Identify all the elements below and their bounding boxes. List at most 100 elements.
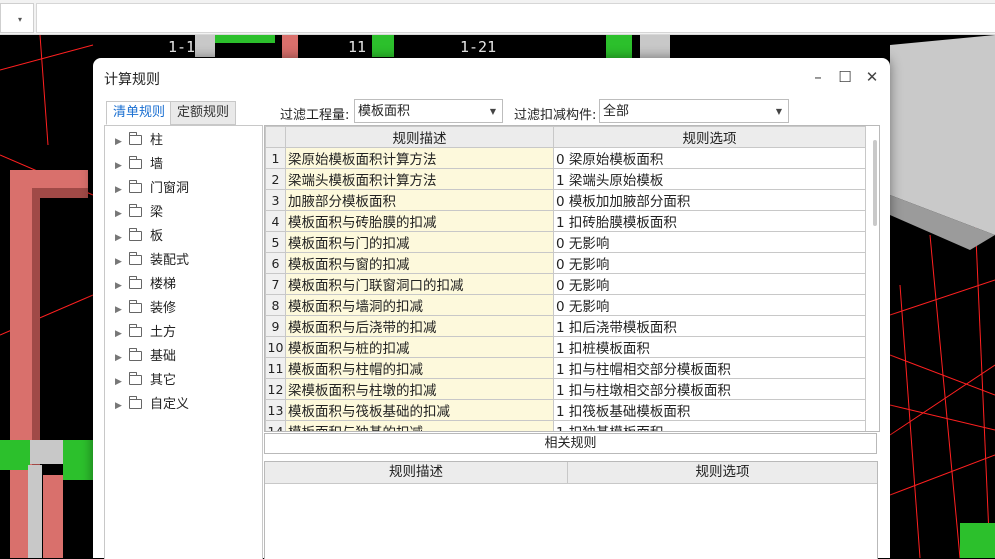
top-toolbar: ▾	[0, 0, 995, 35]
rule-desc-cell[interactable]: 梁原始模板面积计算方法	[285, 147, 554, 169]
tree-item-label: 装配式	[150, 253, 190, 268]
rule-desc-cell[interactable]: 模板面积与独基的扣减	[285, 420, 554, 431]
table-row[interactable]: 9 模板面积与后浇带的扣减 1 扣后浇带模板面积	[265, 315, 866, 337]
row-number: 1	[265, 147, 286, 169]
related-column-option[interactable]: 规则选项	[568, 462, 877, 484]
row-number: 8	[265, 294, 286, 316]
table-row[interactable]: 2 梁端头模板面积计算方法 1 梁端头原始模板	[265, 168, 866, 190]
rule-desc-cell[interactable]: 模板面积与门联窗洞口的扣减	[285, 273, 554, 295]
expand-arrow-icon[interactable]: ▶	[115, 348, 129, 368]
table-row[interactable]: 4 模板面积与砖胎膜的扣减 1 扣砖胎膜模板面积	[265, 210, 866, 232]
tree-item[interactable]: ▶ 土方	[115, 323, 176, 343]
row-number: 7	[265, 273, 286, 295]
tree-item[interactable]: ▶ 装配式	[115, 251, 189, 271]
folder-icon	[129, 372, 142, 385]
rule-desc-cell[interactable]: 梁端头模板面积计算方法	[285, 168, 554, 190]
expand-arrow-icon[interactable]: ▶	[115, 204, 129, 224]
expand-arrow-icon[interactable]: ▶	[115, 180, 129, 200]
table-row[interactable]: 5 模板面积与门的扣减 0 无影响	[265, 231, 866, 253]
tree-item[interactable]: ▶ 墙	[115, 155, 163, 175]
rule-desc-cell[interactable]: 模板面积与桩的扣减	[285, 336, 554, 358]
table-row[interactable]: 3 加腋部分模板面积 0 模板加加腋部分面积	[265, 189, 866, 211]
grid-scrollbar[interactable]	[873, 140, 877, 226]
chevron-down-icon: ▾	[18, 15, 23, 24]
rule-desc-cell[interactable]: 模板面积与筏板基础的扣减	[285, 399, 554, 421]
rule-desc-cell[interactable]: 梁模板面积与柱墩的扣减	[285, 378, 554, 400]
column-header-option[interactable]: 规则选项	[553, 126, 866, 148]
maximize-icon[interactable]: ☐	[833, 66, 857, 88]
folder-icon	[129, 252, 142, 265]
rule-option-cell[interactable]: 1 扣砖胎膜模板面积	[553, 210, 866, 232]
rule-desc-cell[interactable]: 模板面积与窗的扣减	[285, 252, 554, 274]
expand-arrow-icon[interactable]: ▶	[115, 132, 129, 152]
row-number: 2	[265, 168, 286, 190]
rule-option-cell[interactable]: 1 扣独基模板面积	[553, 420, 866, 431]
table-row[interactable]: 7 模板面积与门联窗洞口的扣减 0 无影响	[265, 273, 866, 295]
tab-bill-rules[interactable]: 清单规则	[106, 101, 173, 125]
tab-quota-rules[interactable]: 定额规则	[170, 101, 237, 125]
tree-item[interactable]: ▶ 装修	[115, 299, 176, 319]
expand-arrow-icon[interactable]: ▶	[115, 156, 129, 176]
table-row[interactable]: 8 模板面积与墙洞的扣减 0 无影响	[265, 294, 866, 316]
table-row[interactable]: 11 模板面积与柱帽的扣减 1 扣与柱帽相交部分模板面积	[265, 357, 866, 379]
toolbar-dropdown[interactable]: ▾	[0, 3, 34, 33]
tree-item[interactable]: ▶ 柱	[115, 131, 163, 151]
rule-option-cell[interactable]: 1 扣与柱帽相交部分模板面积	[553, 357, 866, 379]
filter-qty-select[interactable]: 模板面积 ▼	[354, 99, 503, 123]
row-number: 4	[265, 210, 286, 232]
rule-option-cell[interactable]: 0 梁原始模板面积	[553, 147, 866, 169]
rule-option-cell[interactable]: 1 扣与柱墩相交部分模板面积	[553, 378, 866, 400]
expand-arrow-icon[interactable]: ▶	[115, 396, 129, 416]
chevron-down-icon: ▼	[775, 107, 782, 116]
rule-option-cell[interactable]: 1 梁端头原始模板	[553, 168, 866, 190]
rule-desc-cell[interactable]: 模板面积与后浇带的扣减	[285, 315, 554, 337]
table-row[interactable]: 6 模板面积与窗的扣减 0 无影响	[265, 252, 866, 274]
tree-item-label: 门窗洞	[150, 181, 190, 196]
rule-desc-cell[interactable]: 模板面积与门的扣减	[285, 231, 554, 253]
tree-item-label: 其它	[150, 373, 177, 388]
table-row[interactable]: 1 梁原始模板面积计算方法 0 梁原始模板面积	[265, 147, 866, 169]
tree-item[interactable]: ▶ 自定义	[115, 395, 189, 415]
rule-desc-cell[interactable]: 加腋部分模板面积	[285, 189, 554, 211]
tree-item-label: 墙	[150, 157, 164, 172]
related-column-desc[interactable]: 规则描述	[265, 462, 568, 484]
expand-arrow-icon[interactable]: ▶	[115, 300, 129, 320]
table-row[interactable]: 14模板面积与独基的扣减1 扣独基模板面积	[265, 420, 866, 431]
close-icon[interactable]: ✕	[860, 66, 884, 88]
rule-option-cell[interactable]: 1 扣桩模板面积	[553, 336, 866, 358]
chevron-down-icon: ▼	[489, 107, 496, 116]
table-row[interactable]: 13 模板面积与筏板基础的扣减 1 扣筏板基础模板面积	[265, 399, 866, 421]
expand-arrow-icon[interactable]: ▶	[115, 228, 129, 248]
rule-desc-cell[interactable]: 模板面积与砖胎膜的扣减	[285, 210, 554, 232]
table-row[interactable]: 12 梁模板面积与柱墩的扣减 1 扣与柱墩相交部分模板面积	[265, 378, 866, 400]
column-header-desc[interactable]: 规则描述	[285, 126, 554, 148]
tree-item[interactable]: ▶ 楼梯	[115, 275, 176, 295]
toolbar-field[interactable]	[36, 3, 995, 33]
table-row[interactable]: 10 模板面积与桩的扣减 1 扣桩模板面积	[265, 336, 866, 358]
rule-desc-cell[interactable]: 模板面积与柱帽的扣减	[285, 357, 554, 379]
filter-comp-select[interactable]: 全部 ▼	[599, 99, 789, 123]
rule-option-cell[interactable]: 0 无影响	[553, 273, 866, 295]
tree-item[interactable]: ▶ 门窗洞	[115, 179, 189, 199]
row-number: 14	[265, 420, 286, 431]
rule-option-cell[interactable]: 0 无影响	[553, 294, 866, 316]
rule-option-cell[interactable]: 0 无影响	[553, 231, 866, 253]
minimize-icon[interactable]: –	[806, 66, 830, 88]
expand-arrow-icon[interactable]: ▶	[115, 324, 129, 344]
tree-item[interactable]: ▶ 其它	[115, 371, 176, 391]
expand-arrow-icon[interactable]: ▶	[115, 372, 129, 392]
row-number: 10	[265, 336, 286, 358]
folder-icon	[129, 180, 142, 193]
rule-option-cell[interactable]: 0 无影响	[553, 252, 866, 274]
calc-rules-dialog: 计算规则 – ☐ ✕ 清单规则 定额规则 过滤工程量: 模板面积 ▼ 过滤扣减构…	[93, 58, 890, 559]
expand-arrow-icon[interactable]: ▶	[115, 252, 129, 272]
rule-option-cell[interactable]: 1 扣筏板基础模板面积	[553, 399, 866, 421]
row-number: 13	[265, 399, 286, 421]
rule-option-cell[interactable]: 1 扣后浇带模板面积	[553, 315, 866, 337]
rule-option-cell[interactable]: 0 模板加加腋部分面积	[553, 189, 866, 211]
tree-item[interactable]: ▶ 基础	[115, 347, 176, 367]
rule-desc-cell[interactable]: 模板面积与墙洞的扣减	[285, 294, 554, 316]
expand-arrow-icon[interactable]: ▶	[115, 276, 129, 296]
tree-item[interactable]: ▶ 梁	[115, 203, 163, 223]
tree-item[interactable]: ▶ 板	[115, 227, 163, 247]
